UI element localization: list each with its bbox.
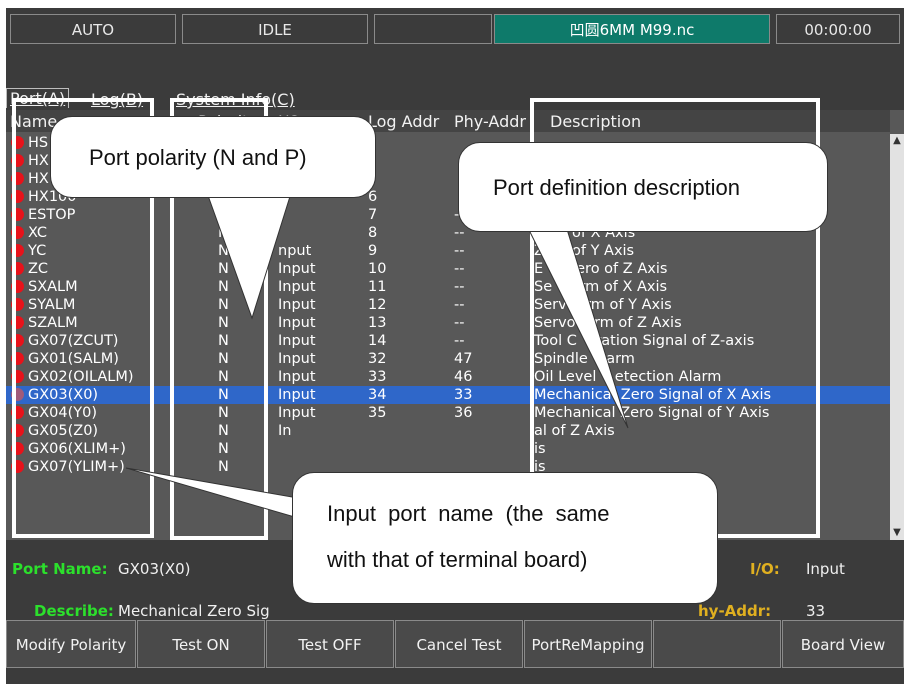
- description-callout: Port definition description: [458, 142, 828, 232]
- port-remapping-button[interactable]: PortReMapping: [524, 620, 652, 668]
- test-on-button[interactable]: Test ON: [137, 620, 265, 668]
- polarity-pointer: [205, 189, 293, 320]
- polarity-callout: Port polarity (N and P): [50, 116, 376, 198]
- softkey-bar: Modify Polarity Test ON Test OFF Cancel …: [6, 620, 904, 670]
- callout-line-2: with that of terminal board): [327, 547, 588, 572]
- empty-softkey-button[interactable]: [653, 620, 781, 668]
- port-name-callout: Input port name (the same with that of t…: [292, 472, 718, 604]
- phy-addr-value: 33: [806, 602, 826, 620]
- board-view-button[interactable]: Board View: [782, 620, 904, 668]
- io-value: Input: [806, 560, 845, 578]
- cnc-screen: AUTO IDLE 凹圆6MM M99.nc 00:00:00 Port(A) …: [6, 8, 904, 684]
- name-pointer: [125, 467, 299, 519]
- describe-value: Mechanical Zero Sig: [118, 602, 270, 620]
- port-name-value: GX03(X0): [118, 560, 191, 578]
- cancel-test-button[interactable]: Cancel Test: [395, 620, 523, 668]
- test-off-button[interactable]: Test OFF: [266, 620, 394, 668]
- describe-label: Describe:: [34, 602, 114, 620]
- callout-line-1: Input port name (the same: [327, 501, 610, 526]
- description-pointer: [525, 223, 629, 429]
- modify-polarity-button[interactable]: Modify Polarity: [6, 620, 136, 668]
- port-name-label: Port Name:: [12, 560, 108, 578]
- phy-addr-label: hy-Addr:: [698, 602, 772, 620]
- io-label: I/O:: [750, 560, 780, 578]
